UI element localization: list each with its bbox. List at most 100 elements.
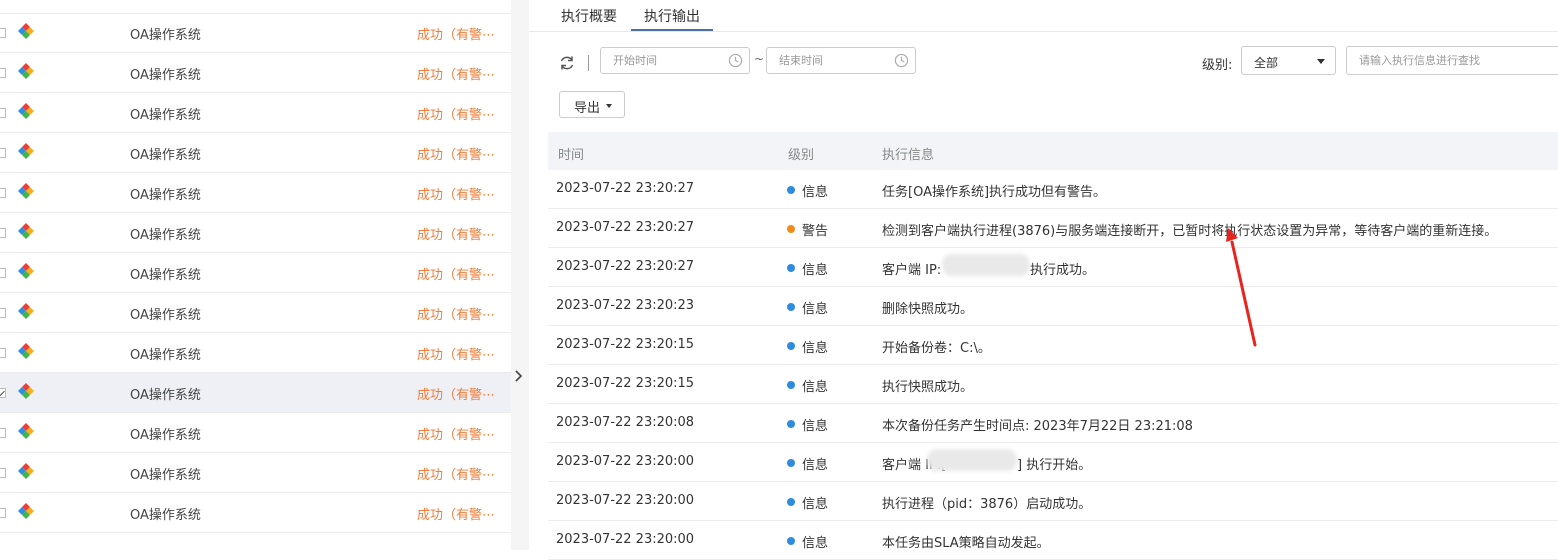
task-list-item[interactable]: OA操作系统 成功（有警⋯ (0, 453, 511, 493)
log-row: 2023-07-22 23:20:08 信息 本次备份任务产生时间点: 2023年7… (548, 404, 1558, 443)
toolbar-separator (588, 55, 589, 71)
export-button-label: 导出 (574, 101, 601, 116)
task-list-item[interactable]: OA操作系统 成功（有警⋯ (0, 133, 511, 173)
redacted-ip (942, 254, 1030, 276)
log-time: 2023-07-22 23:20:27 (556, 220, 695, 235)
level-dot-icon (787, 537, 795, 545)
export-button[interactable]: 导出 (559, 91, 625, 118)
log-row: 2023-07-22 23:20:00 信息 执行进程（pid：3876）启动成功。 (548, 482, 1558, 521)
row-checkbox[interactable] (0, 68, 6, 78)
log-message: 执行快照成功。 (882, 380, 974, 395)
task-list-item[interactable]: OA操作系统 成功（有警⋯ (0, 253, 511, 293)
task-list-item[interactable]: OA操作系统 成功（有警⋯ (0, 213, 511, 253)
end-time-input[interactable] (777, 53, 891, 68)
task-list-item[interactable]: OA操作系统 成功（有警⋯ (0, 373, 511, 413)
search-field[interactable] (1346, 46, 1558, 75)
task-name: OA操作系统 (130, 308, 201, 323)
task-name: OA操作系统 (130, 228, 201, 243)
log-message: 检测到客户端执行进程(3876)与服务端连接断开，已暂时将执行状态设置为异常，等… (882, 224, 1498, 239)
log-time: 2023-07-22 23:20:15 (556, 376, 695, 391)
os-app-icon (18, 223, 34, 239)
task-list-item[interactable]: OA操作系统 成功（有警⋯ (0, 93, 511, 133)
row-checkbox[interactable] (0, 428, 6, 438)
status-badge: 成功（有警⋯ (417, 428, 496, 443)
log-message: 开始备份卷：C:\。 (882, 341, 991, 356)
status-badge: 成功（有警⋯ (417, 388, 496, 403)
task-list-item[interactable]: OA操作系统 成功（有警⋯ (0, 293, 511, 333)
status-badge: 成功（有警⋯ (417, 148, 496, 163)
range-separator: ~ (754, 52, 765, 66)
row-checkbox[interactable] (0, 308, 6, 318)
status-badge: 成功（有警⋯ (417, 268, 496, 283)
row-checkbox[interactable] (0, 508, 6, 518)
level-dot-icon (787, 381, 795, 389)
collapse-chevron-icon[interactable] (511, 364, 525, 388)
task-name: OA操作系统 (130, 388, 201, 403)
level-dot-icon (787, 186, 795, 194)
task-name: OA操作系统 (130, 28, 201, 43)
panel-gutter (511, 0, 529, 550)
status-badge: 成功（有警⋯ (417, 508, 496, 523)
tab-execution-summary[interactable]: 执行概要 (561, 6, 617, 26)
tab-execution-output[interactable]: 执行输出 (644, 6, 700, 26)
level-dot-icon (787, 342, 795, 350)
level-dot-icon (787, 459, 795, 467)
os-app-icon (18, 183, 34, 199)
os-app-icon (18, 63, 34, 79)
task-list-item[interactable]: OA操作系统 成功（有警⋯ (0, 493, 511, 533)
log-level: 信息 (802, 536, 829, 551)
level-dot-icon (787, 225, 795, 233)
log-level: 信息 (802, 263, 829, 278)
task-name: OA操作系统 (130, 468, 201, 483)
level-select[interactable]: 全部 (1241, 46, 1336, 75)
log-row: 2023-07-22 23:20:00 信息 客户端 IP:[] 执行开始。 (548, 443, 1558, 482)
task-name: OA操作系统 (130, 148, 201, 163)
task-list-item[interactable]: OA操作系统 成功（有警⋯ (0, 13, 511, 53)
log-level: 信息 (802, 458, 829, 473)
refresh-icon[interactable] (558, 54, 576, 72)
column-header-level: 级别 (788, 148, 815, 163)
start-time-field[interactable] (600, 47, 750, 74)
level-label: 级别: (1202, 58, 1233, 73)
clock-icon (728, 53, 743, 68)
log-time: 2023-07-22 23:20:15 (556, 337, 695, 352)
execution-detail-panel: 执行概要 执行输出 ~ 级别: 全部 导出 时间 级别 (529, 0, 1558, 560)
level-select-value: 全部 (1254, 56, 1279, 70)
task-list-item[interactable]: OA操作系统 成功（有警⋯ (0, 413, 511, 453)
tab-divider (529, 31, 1558, 32)
task-list-item[interactable]: OA操作系统 成功（有警⋯ (0, 173, 511, 213)
row-checkbox[interactable] (0, 148, 6, 158)
log-time: 2023-07-22 23:20:00 (556, 454, 695, 469)
log-level: 信息 (802, 341, 829, 356)
row-checkbox[interactable] (0, 228, 6, 238)
log-row: 2023-07-22 23:20:15 信息 执行快照成功。 (548, 365, 1558, 404)
row-checkbox[interactable] (0, 268, 6, 278)
row-checkbox[interactable] (0, 388, 6, 398)
row-checkbox[interactable] (0, 28, 6, 38)
row-checkbox[interactable] (0, 348, 6, 358)
log-time: 2023-07-22 23:20:27 (556, 181, 695, 196)
row-checkbox[interactable] (0, 108, 6, 118)
log-time: 2023-07-22 23:20:00 (556, 532, 695, 547)
search-input[interactable] (1357, 53, 1558, 68)
log-table-header: 时间 级别 执行信息 (548, 132, 1558, 170)
status-badge: 成功（有警⋯ (417, 68, 496, 83)
log-level: 信息 (802, 380, 829, 395)
os-app-icon (18, 503, 34, 519)
row-checkbox[interactable] (0, 468, 6, 478)
os-app-icon (18, 303, 34, 319)
start-time-input[interactable] (611, 53, 725, 68)
status-badge: 成功（有警⋯ (417, 308, 496, 323)
status-badge: 成功（有警⋯ (417, 28, 496, 43)
task-list-item[interactable]: OA操作系统 成功（有警⋯ (0, 333, 511, 373)
log-level: 警告 (802, 224, 829, 239)
os-app-icon (18, 463, 34, 479)
row-checkbox[interactable] (0, 188, 6, 198)
log-level: 信息 (802, 497, 829, 512)
log-row: 2023-07-22 23:20:23 信息 删除快照成功。 (548, 287, 1558, 326)
task-name: OA操作系统 (130, 508, 201, 523)
caret-down-icon (606, 104, 612, 108)
os-app-icon (18, 343, 34, 359)
task-list-item[interactable]: OA操作系统 成功（有警⋯ (0, 53, 511, 93)
end-time-field[interactable] (766, 47, 916, 74)
